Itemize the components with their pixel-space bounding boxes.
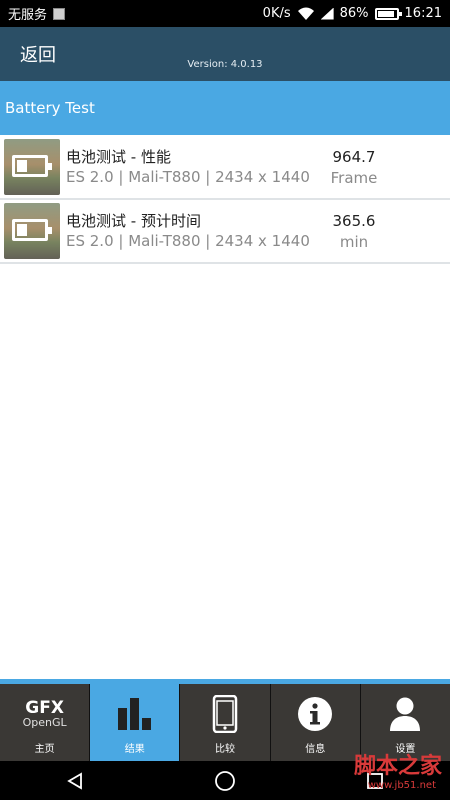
- result-row[interactable]: 电池测试 - 性能 ES 2.0 | Mali-T880 | 2434 x 14…: [0, 136, 450, 200]
- result-unit: Frame: [330, 169, 378, 187]
- signal-icon: [320, 7, 334, 20]
- tab-label: 主页: [34, 744, 55, 755]
- home-circle-icon: [215, 770, 235, 791]
- section-header: Battery Test: [0, 81, 450, 135]
- network-speed: 0K/s: [262, 6, 291, 21]
- tab-home[interactable]: GFX OpenGL 主页: [0, 684, 91, 761]
- status-bar: 无服务 0K/s 86% 16:21: [0, 0, 450, 27]
- battery-icon: [12, 155, 52, 177]
- clock: 16:21: [404, 6, 442, 21]
- tab-label: 信息: [305, 744, 326, 755]
- tab-label: 比较: [215, 744, 235, 755]
- sim-icon: [53, 7, 66, 20]
- tab-compare[interactable]: 比较: [180, 684, 271, 761]
- user-icon: [390, 697, 421, 731]
- tab-label: 结果: [124, 744, 145, 755]
- wifi-icon: [297, 7, 314, 20]
- result-row[interactable]: 电池测试 - 预计时间 ES 2.0 | Mali-T880 | 2434 x …: [0, 200, 450, 264]
- bar-chart-icon: [117, 698, 151, 730]
- battery-percent: 86%: [339, 6, 369, 21]
- battery-icon: [12, 219, 52, 241]
- watermark-url: www.jb51.net: [367, 780, 436, 791]
- phone-icon: [212, 695, 238, 733]
- results-list: 电池测试 - 性能 ES 2.0 | Mali-T880 | 2434 x 14…: [0, 136, 450, 264]
- battery-icon: [374, 7, 402, 20]
- version-label: Version: 4.0.13: [187, 59, 263, 70]
- result-value: 365.6: [332, 212, 376, 230]
- app-bar: 返回 Version: 4.0.13: [0, 27, 450, 81]
- result-value: 964.7: [332, 148, 376, 166]
- battery-test-thumbnail: [4, 203, 60, 259]
- watermark-logo: 脚本之家: [353, 753, 442, 779]
- tab-results[interactable]: 结果: [90, 684, 181, 761]
- result-unit: min: [339, 233, 369, 251]
- info-icon: [298, 697, 333, 731]
- gfx-opengl-logo: GFX OpenGL: [22, 698, 67, 729]
- nav-back-button[interactable]: [55, 761, 95, 800]
- nav-home-button[interactable]: [205, 761, 245, 800]
- back-triangle-icon: [67, 771, 82, 790]
- carrier-label: 无服务: [8, 8, 48, 23]
- tab-info[interactable]: 信息: [270, 684, 361, 761]
- battery-test-thumbnail: [4, 139, 60, 195]
- section-title: Battery Test: [5, 99, 95, 117]
